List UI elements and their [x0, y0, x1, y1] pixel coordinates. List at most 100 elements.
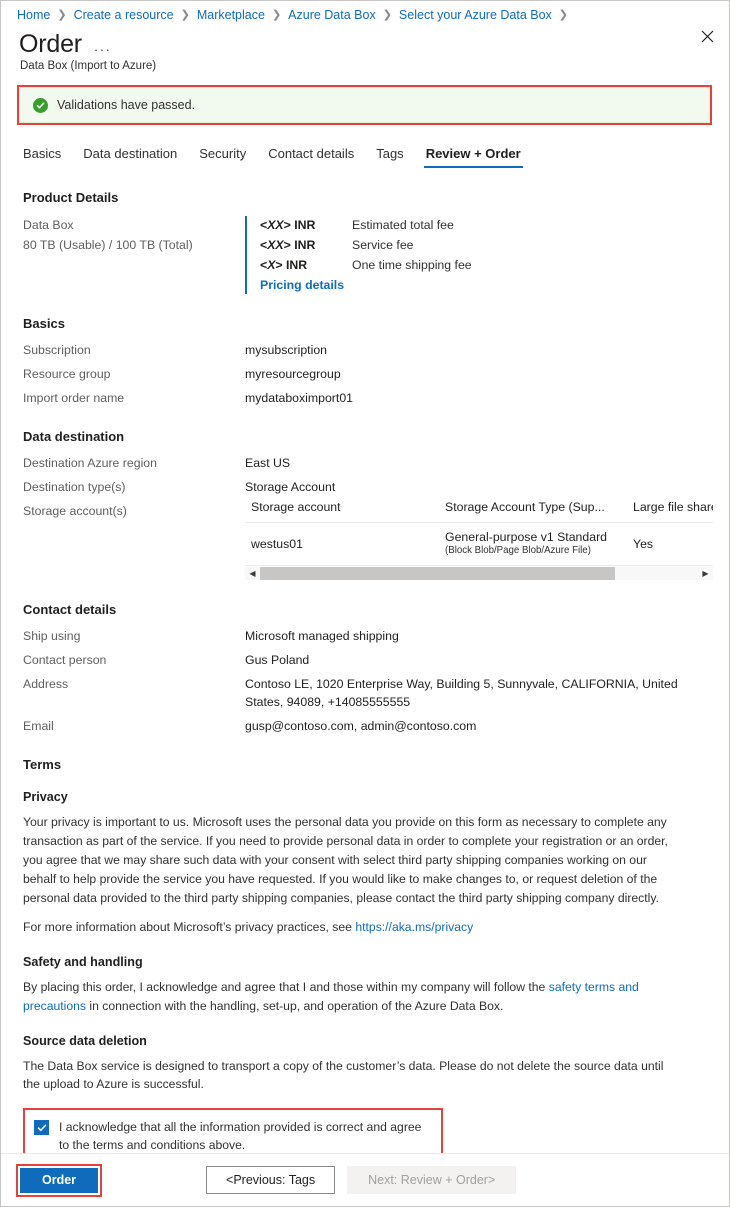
validation-banner: Validations have passed. — [19, 87, 710, 124]
tab-review-and-order[interactable]: Review + Order — [415, 143, 532, 169]
tab-basics[interactable]: Basics — [19, 143, 72, 168]
breadcrumb-separator-icon: ❯ — [57, 8, 67, 21]
product-name: Data Box — [23, 218, 74, 233]
order-button[interactable]: Order — [20, 1167, 99, 1193]
field-label-subscription: Subscription — [23, 342, 91, 357]
column-header-storage-account-type: Storage Account Type (Sup... — [439, 500, 627, 524]
tab-tags[interactable]: Tags — [365, 143, 414, 168]
field-value-ship-using: Microsoft managed shipping — [245, 629, 399, 644]
field-row-email: Email gusp@contoso.com, admin@contoso.co… — [23, 718, 713, 736]
tab-security[interactable]: Security — [188, 143, 257, 168]
subsection-heading-safety-and-handling: Safety and handling — [23, 955, 143, 970]
acknowledgement-checkbox[interactable] — [34, 1120, 49, 1136]
field-value-contact-person: Gus Poland — [245, 653, 310, 668]
column-header-large-file-shares: Large file shares ena — [627, 500, 713, 524]
breadcrumb-item-marketplace[interactable]: Marketplace — [197, 8, 265, 22]
breadcrumb-item-create-a-resource[interactable]: Create a resource — [74, 8, 174, 22]
order-button-highlight: Order — [16, 1163, 103, 1197]
field-label-import-order-name: Import order name — [23, 390, 125, 405]
triangle-left-icon[interactable]: ◀ — [245, 569, 260, 578]
field-row-storage-accounts: Storage account(s) Storage account Stora… — [23, 500, 713, 581]
checkmark-icon — [37, 1124, 46, 1131]
field-label-resource-group: Resource group — [23, 366, 111, 381]
success-check-icon — [33, 97, 48, 113]
tab-data-destination[interactable]: Data destination — [72, 143, 188, 168]
section-heading-basics: Basics — [23, 315, 65, 331]
field-label-destination-region: Destination Azure region — [23, 456, 157, 471]
price-row: <X> INR One time shipping fee — [260, 256, 472, 276]
price-row: <XX> INR Service fee — [260, 236, 472, 256]
pricing-block: <XX> INR Estimated total fee <XX> INR Se… — [245, 216, 472, 294]
table-header-row: Storage account Storage Account Type (Su… — [245, 500, 713, 524]
close-button[interactable] — [694, 23, 720, 49]
next-review-order-button: Next: Review + Order> — [347, 1166, 517, 1194]
breadcrumb-item-azure-data-box[interactable]: Azure Data Box — [288, 8, 376, 22]
acknowledgement-label: I acknowledge that all the information p… — [59, 1120, 422, 1152]
field-label-email: Email — [23, 718, 54, 733]
safety-paragraph: By placing this order, I acknowledge and… — [23, 978, 675, 1016]
wizard-tabs: Basics Data destination Security Contact… — [1, 125, 729, 169]
triangle-right-icon[interactable]: ▶ — [698, 569, 713, 578]
field-value-address: Contoso LE, 1020 Enterprise Way, Buildin… — [245, 676, 678, 709]
table-horizontal-scrollbar[interactable]: ◀ ▶ — [245, 567, 713, 581]
title-row: Order ··· — [1, 22, 729, 57]
field-value-destination-region: East US — [245, 456, 291, 471]
field-row-resource-group: Resource group myresourcegroup — [23, 366, 713, 384]
column-header-storage-account: Storage account — [245, 500, 439, 524]
storage-accounts-table-wrap: Storage account Storage Account Type (Su… — [245, 500, 713, 581]
section-heading-data-destination: Data destination — [23, 429, 125, 445]
field-value-email: gusp@contoso.com, admin@contoso.com — [245, 718, 477, 733]
cell-storage-account: westus01 — [245, 522, 439, 567]
page-title: Order — [19, 30, 82, 58]
field-row-contact-person: Contact person Gus Poland — [23, 652, 713, 670]
pricing-details-link[interactable]: Pricing details — [260, 278, 344, 292]
breadcrumb-separator-icon: ❯ — [180, 8, 190, 21]
review-content: Product Details Data Box 80 TB (Usable) … — [1, 190, 729, 1166]
field-row-address: Address Contoso LE, 1020 Enterprise Way,… — [23, 676, 713, 712]
section-heading-terms: Terms — [23, 757, 62, 773]
subsection-heading-source-data-deletion: Source data deletion — [23, 1033, 147, 1048]
privacy-paragraph: Your privacy is important to us. Microso… — [23, 815, 668, 905]
page-subtitle: Data Box (Import to Azure) — [20, 60, 157, 73]
cell-large-file-shares: Yes — [627, 522, 713, 567]
breadcrumb-separator-icon: ❯ — [271, 8, 282, 21]
more-options-button[interactable]: ··· — [94, 42, 112, 57]
field-label-ship-using: Ship using — [23, 629, 81, 644]
product-summary: Data Box 80 TB (Usable) / 100 TB (Total) — [23, 216, 245, 294]
scrollbar-thumb[interactable] — [260, 567, 615, 581]
field-row-destination-region: Destination Azure region East US — [23, 455, 713, 473]
privacy-more-info-text: For more information about Microsoft’s p… — [23, 920, 356, 935]
storage-accounts-table: Storage account Storage Account Type (Su… — [245, 500, 713, 567]
section-heading-contact-details: Contact details — [23, 602, 117, 618]
order-blade: Home ❯ Create a resource ❯ Marketplace ❯… — [0, 0, 730, 1207]
field-label-destination-type: Destination type(s) — [23, 480, 126, 495]
cell-storage-account-type-sub: (Block Blob/Page Blob/Azure File) — [445, 545, 591, 557]
breadcrumb-separator-icon: ❯ — [382, 8, 392, 21]
tab-contact-details[interactable]: Contact details — [257, 143, 365, 168]
validation-banner-text: Validations have passed. — [57, 98, 196, 113]
cell-storage-account-type: General-purpose v1 Standard (Block Blob/… — [439, 522, 627, 567]
privacy-policy-link[interactable]: https://aka.ms/privacy — [355, 920, 473, 934]
price-label-service-fee: Service fee — [352, 238, 414, 253]
wizard-footer: Order <Previous: Tags Next: Review + Ord… — [1, 1153, 729, 1206]
source-deletion-paragraph: The Data Box service is designed to tran… — [23, 1058, 664, 1092]
price-amount-shipping-fee: <X> INR — [260, 258, 308, 273]
close-icon — [701, 30, 713, 42]
field-value-destination-type: Storage Account — [245, 480, 336, 495]
price-label-estimated-total: Estimated total fee — [352, 218, 454, 233]
cell-storage-account-type-main: General-purpose v1 Standard — [445, 530, 608, 545]
scrollbar-track[interactable] — [260, 567, 698, 581]
safety-text-before-link: By placing this order, I acknowledge and… — [23, 980, 549, 995]
price-row: <XX> INR Estimated total fee — [260, 216, 472, 236]
product-capacity: 80 TB (Usable) / 100 TB (Total) — [23, 238, 193, 253]
previous-tags-button[interactable]: <Previous: Tags — [206, 1166, 336, 1194]
subsection-heading-privacy: Privacy — [23, 790, 68, 805]
price-amount-estimated-total: <XX> INR — [260, 218, 316, 233]
price-label-shipping-fee: One time shipping fee — [352, 258, 472, 273]
breadcrumb-item-home[interactable]: Home — [17, 8, 50, 22]
privacy-more-info: For more information about Microsoft’s p… — [23, 918, 675, 937]
breadcrumb-item-select-your-azure-data-box[interactable]: Select your Azure Data Box — [399, 8, 552, 22]
field-value-import-order-name: mydataboximport01 — [245, 390, 353, 405]
table-row: westus01 General-purpose v1 Standard (Bl… — [245, 522, 713, 567]
field-value-subscription: mysubscription — [245, 342, 328, 357]
